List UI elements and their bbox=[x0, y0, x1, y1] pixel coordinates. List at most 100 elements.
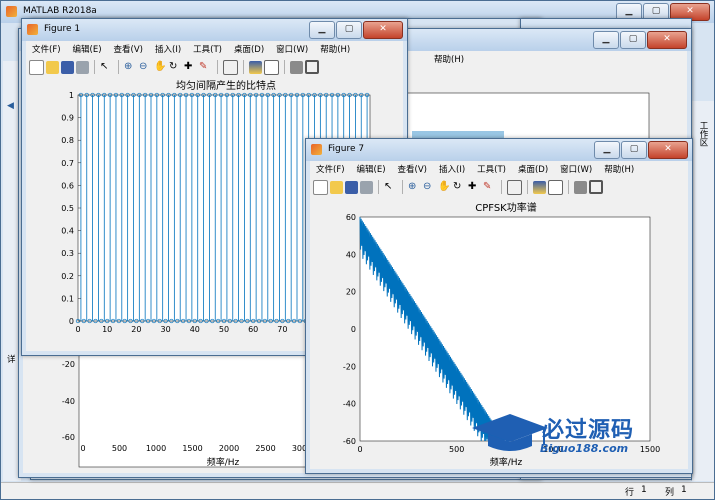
zoom-out-icon[interactable]: ⊖ bbox=[139, 61, 152, 74]
x-tick-label: 40 bbox=[190, 325, 200, 334]
y-tick-label: -60 bbox=[343, 437, 356, 446]
open-file-icon[interactable] bbox=[330, 180, 343, 194]
save-icon[interactable] bbox=[345, 180, 358, 194]
status-bar: 行 1 列 1 bbox=[1, 482, 714, 499]
brush-icon[interactable]: ✎ bbox=[199, 61, 212, 74]
fig1-menu-file[interactable]: 文件(F) bbox=[26, 41, 67, 57]
col-label: 列 bbox=[665, 488, 675, 498]
x-tick-label: 0 bbox=[75, 325, 80, 334]
show-plot-tools-icon[interactable] bbox=[589, 180, 603, 194]
fig7-menu-file[interactable]: 文件(F) bbox=[310, 161, 351, 177]
figure7-minimize-button[interactable]: ▁ bbox=[594, 141, 620, 159]
figure1-chart-title: 均匀间隔产生的比特点 bbox=[176, 79, 276, 92]
graduation-cap-icon bbox=[472, 414, 548, 451]
figure7-maximize-button[interactable]: ▢ bbox=[621, 141, 647, 159]
fig1-menu-window[interactable]: 窗口(W) bbox=[270, 41, 314, 57]
bg-x-tick-label: 1000 bbox=[146, 444, 166, 453]
new-figure-icon[interactable] bbox=[313, 179, 328, 195]
y-tick-label: 0.5 bbox=[61, 204, 74, 213]
y-tick-label: 0.4 bbox=[61, 227, 74, 236]
print-icon[interactable] bbox=[76, 60, 89, 74]
hide-plot-tools-icon[interactable] bbox=[574, 180, 587, 194]
left-panel-label: 详 bbox=[7, 355, 16, 365]
figure7-chart-title: CPFSK功率谱 bbox=[475, 201, 537, 214]
y-tick-label: 1 bbox=[69, 91, 74, 100]
colorbar-icon[interactable] bbox=[249, 60, 262, 74]
x-tick-label: 10 bbox=[102, 325, 112, 334]
brush-icon[interactable]: ✎ bbox=[483, 181, 496, 194]
fig1-menu-view[interactable]: 查看(V) bbox=[108, 41, 149, 57]
pan-icon[interactable]: ✋ bbox=[154, 61, 167, 74]
row-value: 1 bbox=[641, 485, 647, 495]
y-tick-label: 0 bbox=[69, 317, 74, 326]
fig1-menu-desktop[interactable]: 桌面(D) bbox=[228, 41, 270, 57]
y-tick-label: -40 bbox=[343, 400, 356, 409]
figure1-toolbar: ↖ ⊕ ⊖ ✋ ↻ ✚ ✎ bbox=[26, 57, 403, 78]
fig7-menu-help[interactable]: 帮助(H) bbox=[598, 161, 640, 177]
x-tick-label: 30 bbox=[161, 325, 171, 334]
fig7-menu-tools[interactable]: 工具(T) bbox=[471, 161, 512, 177]
show-plot-tools-icon[interactable] bbox=[305, 60, 319, 74]
bg-x-tick-label: 2000 bbox=[219, 444, 239, 453]
zoom-in-icon[interactable]: ⊕ bbox=[408, 181, 421, 194]
y-tick-label: -20 bbox=[343, 362, 356, 371]
watermark-url: Biguo188.com bbox=[540, 442, 629, 455]
fig1-menu-help[interactable]: 帮助(H) bbox=[314, 41, 356, 57]
pointer-icon[interactable]: ↖ bbox=[100, 61, 113, 74]
watermark-title: 必过源码 bbox=[542, 418, 635, 443]
left-arrow-icon[interactable]: ◀ bbox=[7, 101, 14, 111]
pointer-icon[interactable]: ↖ bbox=[384, 181, 397, 194]
y-tick-label: 20 bbox=[346, 288, 356, 297]
y-tick-label: 0.6 bbox=[61, 181, 74, 190]
fig7-menu-window[interactable]: 窗口(W) bbox=[554, 161, 598, 177]
bg-y-tick-label: -60 bbox=[62, 433, 75, 442]
fig7-menu-desktop[interactable]: 桌面(D) bbox=[512, 161, 554, 177]
link-plot-icon[interactable] bbox=[223, 59, 238, 75]
fig1-menu-edit[interactable]: 编辑(E) bbox=[67, 41, 108, 57]
bg-y-tick-label: -40 bbox=[62, 397, 75, 406]
colorbar-icon[interactable] bbox=[533, 180, 546, 194]
fig7-menu-edit[interactable]: 编辑(E) bbox=[351, 161, 392, 177]
legend-icon[interactable] bbox=[264, 59, 279, 75]
print-icon[interactable] bbox=[360, 180, 373, 194]
bg-x-tick-label: 1500 bbox=[182, 444, 202, 453]
y-tick-label: 0 bbox=[351, 325, 356, 334]
fig7-menu-view[interactable]: 查看(V) bbox=[392, 161, 433, 177]
bg-xlabel: 频率/Hz bbox=[207, 456, 240, 468]
bg-maximize-button[interactable]: ▢ bbox=[620, 31, 646, 49]
main-window-title: MATLAB R2018a bbox=[23, 6, 97, 16]
fig7-menu-insert[interactable]: 插入(I) bbox=[433, 161, 471, 177]
pan-icon[interactable]: ✋ bbox=[438, 181, 451, 194]
data-cursor-icon[interactable]: ✚ bbox=[184, 61, 197, 74]
figure1-maximize-button[interactable]: ▢ bbox=[336, 21, 362, 39]
open-file-icon[interactable] bbox=[46, 60, 59, 74]
zoom-out-icon[interactable]: ⊖ bbox=[423, 181, 436, 194]
fig1-menu-tools[interactable]: 工具(T) bbox=[187, 41, 228, 57]
fig1-menu-insert[interactable]: 插入(I) bbox=[149, 41, 187, 57]
rotate-icon[interactable]: ↻ bbox=[169, 61, 182, 74]
figure7-close-button[interactable]: ✕ bbox=[648, 141, 688, 159]
y-tick-label: 0.1 bbox=[61, 294, 74, 303]
legend-icon[interactable] bbox=[548, 179, 563, 195]
hide-plot-tools-icon[interactable] bbox=[290, 60, 303, 74]
new-figure-icon[interactable] bbox=[29, 59, 44, 75]
figure7-titlebar: Figure 7 ▁ ▢ ✕ bbox=[306, 139, 692, 161]
x-tick-label: 0 bbox=[357, 445, 362, 454]
link-plot-icon[interactable] bbox=[507, 179, 522, 195]
x-tick-label: 60 bbox=[248, 325, 258, 334]
workspace-tab[interactable]: 工作区 bbox=[696, 121, 708, 147]
row-label: 行 bbox=[625, 488, 635, 498]
bg-menu-help[interactable]: 帮助(H) bbox=[428, 51, 470, 67]
figure1-logo-icon bbox=[27, 24, 38, 35]
figure1-minimize-button[interactable]: ▁ bbox=[309, 21, 335, 39]
save-icon[interactable] bbox=[61, 60, 74, 74]
bg-minimize-button[interactable]: ▁ bbox=[593, 31, 619, 49]
zoom-in-icon[interactable]: ⊕ bbox=[124, 61, 137, 74]
figure1-close-button[interactable]: ✕ bbox=[363, 21, 403, 39]
data-cursor-icon[interactable]: ✚ bbox=[468, 181, 481, 194]
figure7-toolbar: ↖ ⊕ ⊖ ✋ ↻ ✚ ✎ bbox=[310, 177, 688, 198]
bg-x-tick-label: 2500 bbox=[255, 444, 275, 453]
bg-close-button[interactable]: ✕ bbox=[647, 31, 687, 49]
rotate-icon[interactable]: ↻ bbox=[453, 181, 466, 194]
y-tick-label: 0.7 bbox=[61, 159, 74, 168]
